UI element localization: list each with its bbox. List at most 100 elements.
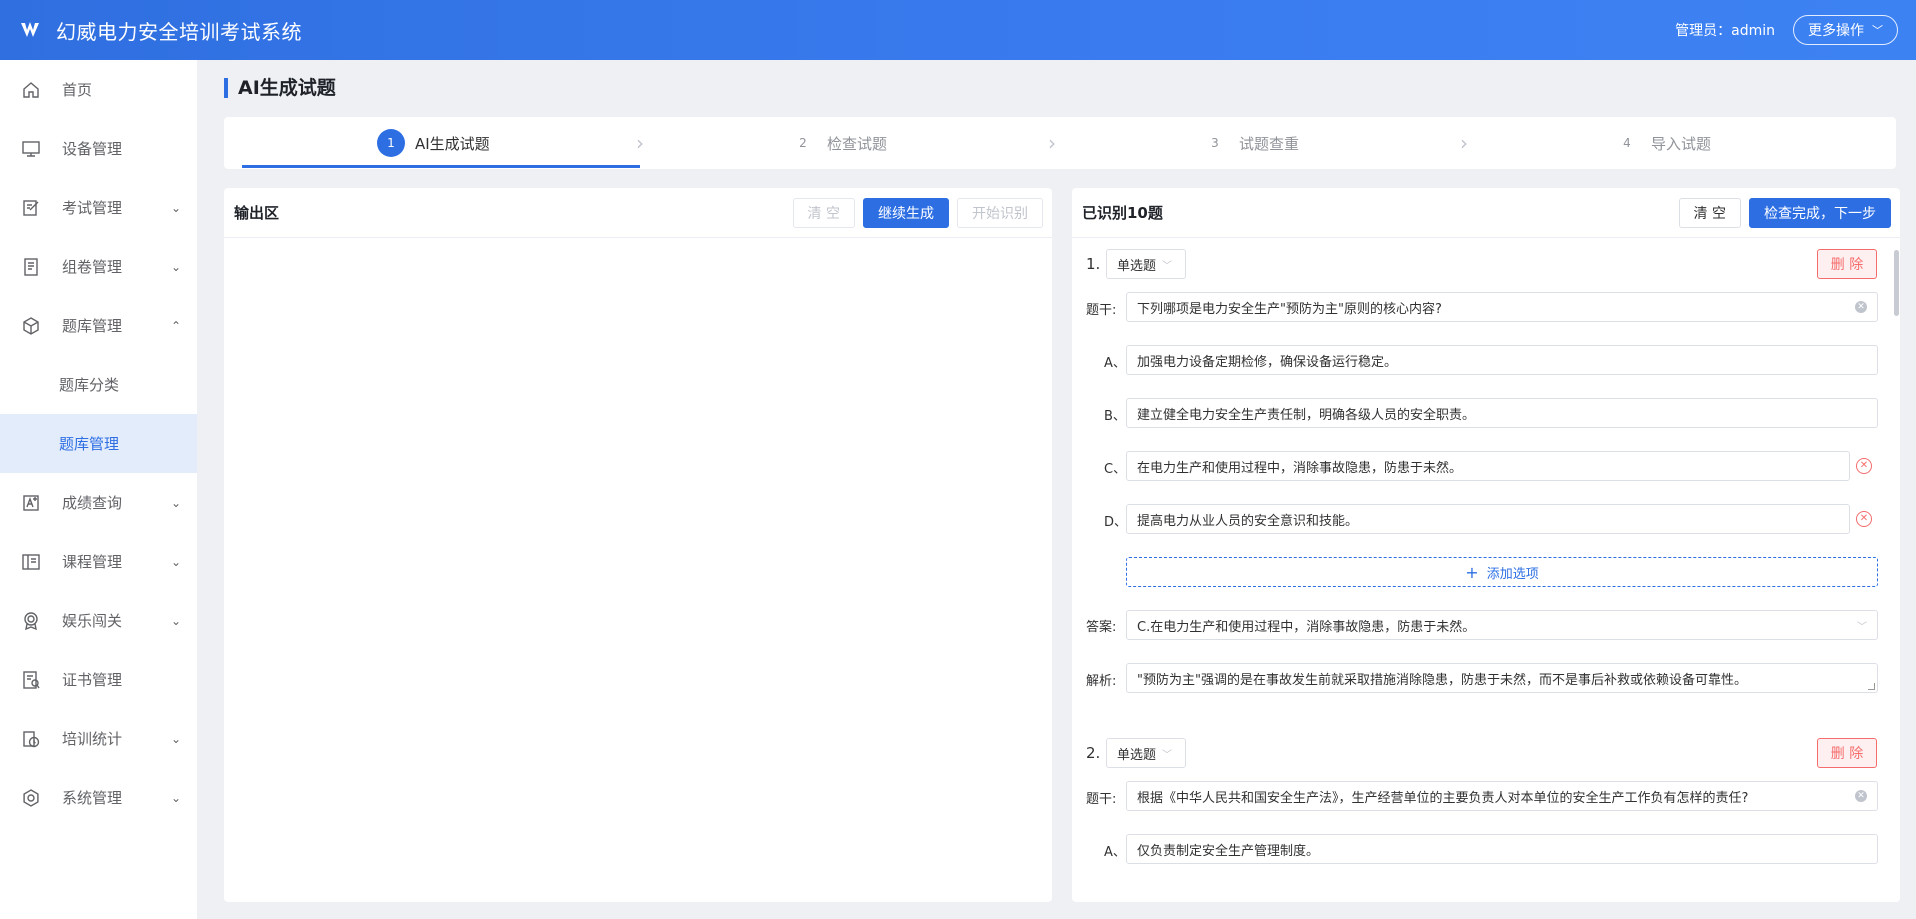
sidebar-item-label: 首页 [62,81,93,99]
sidebar-item-label: 系统管理 [62,789,123,807]
question-number: 1. [1086,255,1101,273]
question-type-select[interactable]: 单选题 ﹀ [1106,738,1186,768]
sidebar-item-label: 证书管理 [62,671,123,689]
step-dedup[interactable]: 3 试题查重 [1201,117,1299,169]
plus-icon: + [1465,562,1479,582]
monitor-icon [20,138,42,160]
option-input[interactable]: 提高电力从业人员的安全意识和技能。 [1126,504,1850,534]
chevron-right-icon: › [1460,131,1468,155]
option-key: A、 [1104,845,1126,860]
chevron-down-icon: ﹀ [1872,24,1883,37]
sidebar-item-courses[interactable]: 课程管理 ⌄ [0,532,197,591]
home-icon [20,79,42,101]
add-option-button[interactable]: + 添加选项 [1126,557,1878,587]
score-icon [20,492,42,514]
chevron-down-icon: ﹀ [1857,621,1867,633]
option-text: 建立健全电力安全生产责任制，明确各级人员的安全职责。 [1137,407,1476,423]
sidebar-item-label: 题库管理 [62,317,123,335]
book-icon [20,551,42,573]
sidebar-subitem-bank-manage[interactable]: 题库管理 [0,414,197,473]
sidebar-item-papers[interactable]: 组卷管理 ⌄ [0,237,197,296]
chevron-right-icon: › [636,131,644,155]
step-number: 4 [1623,136,1631,150]
clear-icon[interactable]: ✕ [1855,790,1867,802]
analysis-textarea[interactable]: "预防为主"强调的是在事故发生前就采取措施消除隐患，防患于未然，而不是事后补救或… [1126,663,1878,693]
medal-icon [20,610,42,632]
sidebar-item-system[interactable]: 系统管理 ⌄ [0,768,197,827]
sidebar-item-label: 课程管理 [62,553,123,571]
sidebar-item-home[interactable]: 首页 [0,60,197,119]
clear-output-button[interactable]: 清 空 [792,197,855,228]
sidebar-item-devices[interactable]: 设备管理 [0,119,197,178]
active-step-underline [242,165,640,168]
step-label: 导入试题 [1651,134,1712,153]
scrollbar-thumb[interactable] [1894,250,1899,316]
stem-input[interactable]: 下列哪项是电力安全生产"预防为主"原则的核心内容? ✕ [1126,292,1878,322]
option-input[interactable]: 加强电力设备定期检修，确保设备运行稳定。 [1126,345,1878,375]
sidebar-item-certificates[interactable]: 证书管理 [0,650,197,709]
remove-option-icon[interactable]: ✕ [1856,511,1872,527]
chevron-down-icon: ⌄ [170,554,181,569]
question-type-select[interactable]: 单选题 ﹀ [1106,249,1186,279]
stem-input[interactable]: 根据《中华人民共和国安全生产法》，生产经营单位的主要负责人对本单位的安全生产工作… [1126,781,1878,811]
admin-label: 管理员：admin [1675,23,1775,39]
chevron-right-icon: › [1048,131,1056,155]
top-bar: 幻威电力安全培训考试系统 管理员：admin 更多操作 ﹀ [0,0,1916,60]
stem-label: 题干: [1086,792,1117,807]
sidebar-item-question-bank[interactable]: 题库管理 ⌃ [0,296,197,355]
step-number: 2 [799,136,807,150]
clear-icon[interactable]: ✕ [1855,301,1867,313]
step-import[interactable]: 4 导入试题 [1613,117,1711,169]
answer-select[interactable]: C.在电力生产和使用过程中，消除事故隐患，防患于未然。 ﹀ [1126,610,1878,640]
continue-generate-button[interactable]: 继续生成 [863,197,949,228]
option-key: B、 [1104,409,1126,424]
delete-question-button[interactable]: 删 除 [1817,738,1877,768]
sidebar-item-training-stats[interactable]: 培训统计 ⌄ [0,709,197,768]
chevron-down-icon: ⌄ [170,790,181,805]
chevron-down-icon: ﹀ [1162,260,1173,272]
answer-text: C.在电力生产和使用过程中，消除事故隐患，防患于未然。 [1137,619,1476,635]
delete-question-button[interactable]: 删 除 [1817,249,1877,279]
clear-questions-button[interactable]: 清 空 [1678,197,1741,228]
step-number: 3 [1211,136,1219,150]
option-key: C、 [1104,462,1127,477]
option-text: 提高电力从业人员的安全意识和技能。 [1137,513,1359,529]
resize-handle-icon[interactable] [1868,683,1875,690]
sidebar-item-exams[interactable]: 考试管理 ⌄ [0,178,197,237]
option-input[interactable]: 建立健全电力安全生产责任制，明确各级人员的安全职责。 [1126,398,1878,428]
edit-icon [20,197,42,219]
sidebar-subitem-bank-category[interactable]: 题库分类 [0,355,197,414]
page-title: AI生成试题 [224,78,336,98]
sidebar: 首页 设备管理 考试管理 ⌄ 组卷管理 ⌄ 题库管理 ⌃ 题库分类 题库管理 成… [0,60,198,919]
chevron-down-icon: ⌄ [170,495,181,510]
more-actions-button[interactable]: 更多操作 ﹀ [1793,15,1898,45]
option-key: D、 [1104,515,1128,530]
step-ai-generate[interactable]: 1 AI生成试题 [377,117,490,169]
sidebar-item-scores[interactable]: 成绩查询 ⌄ [0,473,197,532]
option-text: 在电力生产和使用过程中，消除事故隐患，防患于未然。 [1137,460,1463,476]
start-recognize-button[interactable]: 开始识别 [957,197,1043,228]
next-step-button[interactable]: 检查完成，下一步 [1749,197,1891,228]
sidebar-item-label: 培训统计 [62,730,123,748]
option-text: 仅负责制定安全生产管理制度。 [1137,843,1320,859]
sidebar-item-games[interactable]: 娱乐闯关 ⌄ [0,591,197,650]
option-input[interactable]: 在电力生产和使用过程中，消除事故隐患，防患于未然。 [1126,451,1850,481]
add-option-label: 添加选项 [1486,566,1539,582]
option-input[interactable]: 仅负责制定安全生产管理制度。 [1126,834,1878,864]
question-type-value: 单选题 [1117,258,1157,274]
step-label: 检查试题 [827,134,888,153]
clock-icon [20,728,42,750]
sidebar-item-label: 设备管理 [62,140,123,158]
remove-option-icon[interactable]: ✕ [1856,458,1872,474]
stem-label: 题干: [1086,303,1117,318]
sidebar-item-label: 娱乐闯关 [62,612,123,630]
stem-text: 根据《中华人民共和国安全生产法》，生产经营单位的主要负责人对本单位的安全生产工作… [1137,790,1749,806]
questions-list: 1. 单选题 ﹀ 删 除 题干: 下列哪项是电力安全生产"预防为主"原则的核心内… [1072,239,1892,902]
chevron-down-icon: ⌄ [170,259,181,274]
scrollbar-track[interactable] [1892,239,1900,902]
document-icon [20,256,42,278]
chevron-down-icon: ⌄ [170,613,181,628]
chevron-up-icon: ⌃ [170,318,181,333]
certificate-icon [20,669,42,691]
step-check[interactable]: 2 检查试题 [789,117,887,169]
